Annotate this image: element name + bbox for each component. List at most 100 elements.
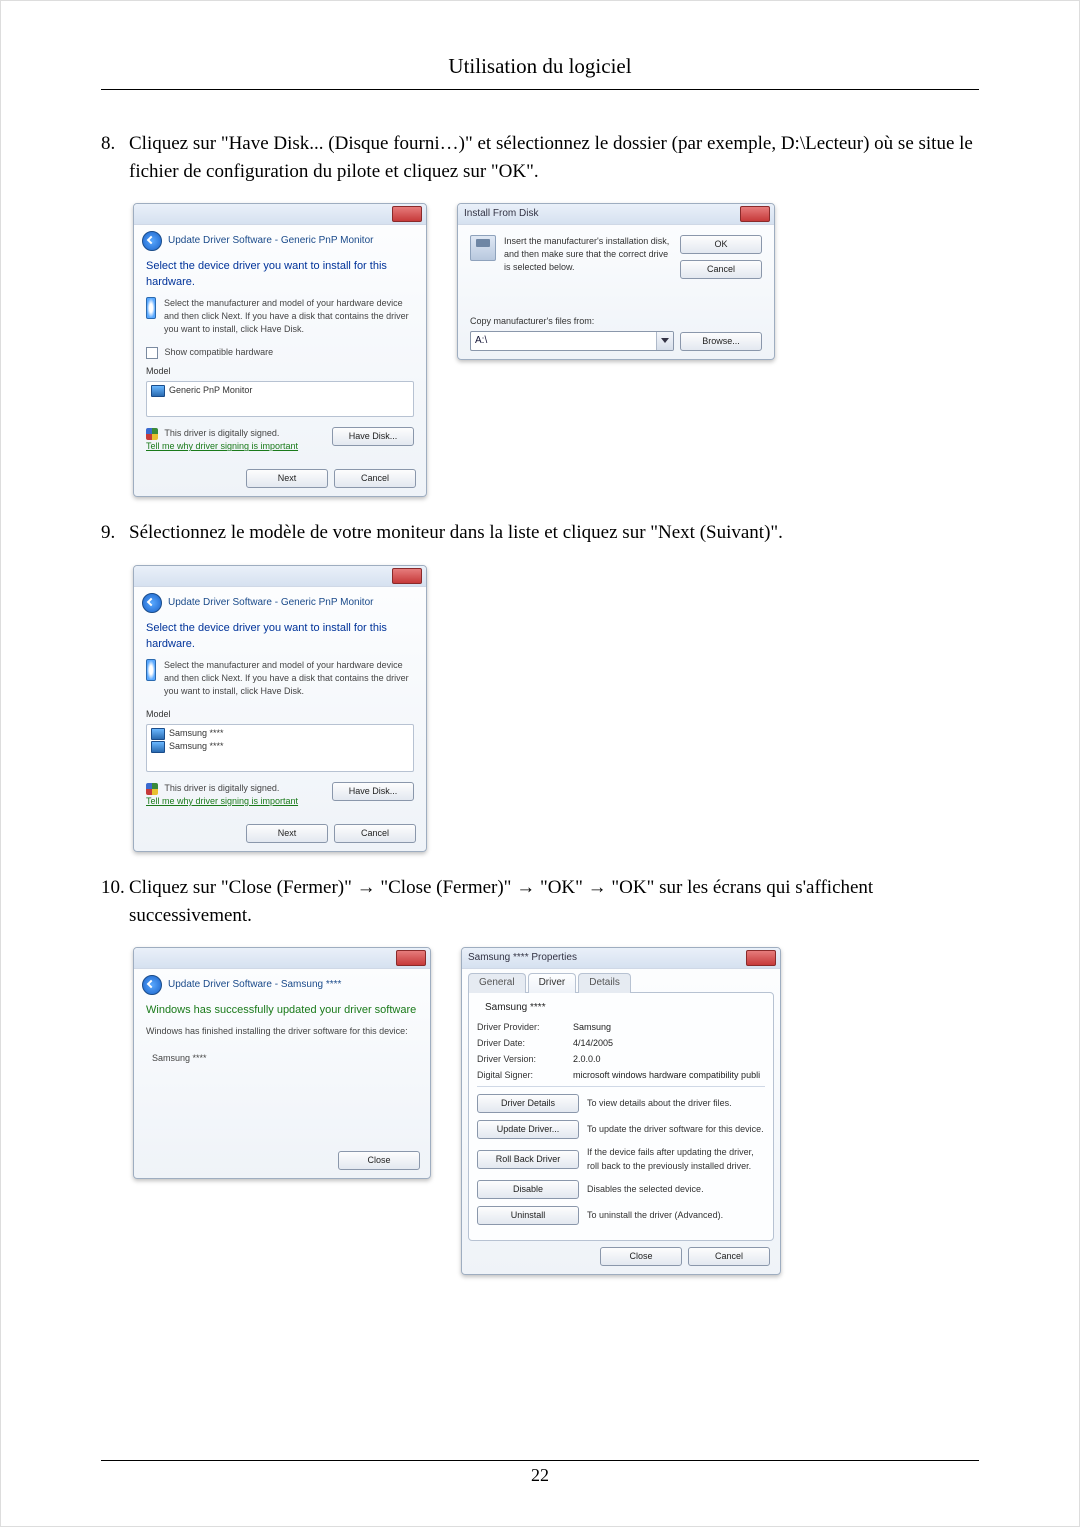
- monitor-icon: [151, 385, 165, 397]
- driver-details-desc: To view details about the driver files.: [587, 1097, 765, 1110]
- tab-driver[interactable]: Driver: [528, 973, 577, 993]
- show-compatible-label: Show compatible hardware: [165, 347, 274, 357]
- step-9-number: 9.: [101, 519, 129, 547]
- titlebar: [134, 566, 426, 587]
- kv-provider-val: Samsung: [573, 1021, 611, 1034]
- success-subtext: Windows has finished installing the driv…: [146, 1025, 418, 1038]
- device-name: Samsung ****: [152, 1053, 207, 1063]
- device-name: Samsung ****: [485, 1001, 546, 1016]
- kv-date-val: 4/14/2005: [573, 1037, 613, 1050]
- step-9: 9. Sélectionnez le modèle de votre monit…: [129, 519, 979, 852]
- signing-info-link[interactable]: Tell me why driver signing is important: [146, 796, 298, 806]
- dialog-heading: Select the device driver you want to ins…: [146, 621, 414, 653]
- browse-button[interactable]: Browse...: [680, 332, 762, 351]
- kv-version-val: 2.0.0.0: [573, 1053, 601, 1066]
- breadcrumb-text: Update Driver Software - Samsung ****: [168, 978, 341, 993]
- page-number: 22: [101, 1460, 979, 1486]
- titlebar: Install From Disk: [458, 204, 774, 225]
- disable-button[interactable]: Disable: [477, 1180, 579, 1199]
- disable-desc: Disables the selected device.: [587, 1183, 765, 1196]
- hint-text: Select the manufacturer and model of you…: [164, 297, 414, 336]
- titlebar: [134, 948, 430, 969]
- signed-text: This driver is digitally signed.: [164, 783, 279, 793]
- model-header: Model: [146, 365, 414, 378]
- kv-signer-val: microsoft windows hardware compatibility…: [573, 1069, 760, 1082]
- dialog-update-success: Update Driver Software - Samsung **** Wi…: [133, 947, 431, 1179]
- titlebar-spacer: [140, 208, 143, 219]
- kv-version-key: Driver Version:: [477, 1053, 573, 1066]
- model-item-2[interactable]: Samsung ****: [151, 740, 409, 753]
- step-8: 8. Cliquez sur "Have Disk... (Disque fou…: [129, 130, 979, 497]
- monitor-icon: [151, 728, 165, 740]
- roll-back-driver-button[interactable]: Roll Back Driver: [477, 1150, 579, 1169]
- tab-details[interactable]: Details: [578, 973, 631, 993]
- update-driver-button[interactable]: Update Driver...: [477, 1120, 579, 1139]
- cancel-button[interactable]: Cancel: [334, 469, 416, 488]
- titlebar: Samsung **** Properties: [462, 948, 780, 969]
- cancel-button[interactable]: Cancel: [680, 260, 762, 279]
- properties-title: Samsung **** Properties: [468, 952, 577, 963]
- breadcrumb-text: Update Driver Software - Generic PnP Mon…: [168, 234, 373, 249]
- kv-date-key: Driver Date:: [477, 1037, 573, 1050]
- close-button[interactable]: Close: [338, 1151, 420, 1170]
- monitor-icon: [151, 741, 165, 753]
- back-icon[interactable]: [142, 231, 162, 251]
- chevron-down-icon[interactable]: [656, 332, 673, 350]
- model-item[interactable]: Generic PnP Monitor: [169, 385, 252, 395]
- next-button[interactable]: Next: [246, 824, 328, 843]
- signing-info-link[interactable]: Tell me why driver signing is important: [146, 441, 298, 451]
- model-list[interactable]: Generic PnP Monitor: [146, 381, 414, 417]
- kv-provider-key: Driver Provider:: [477, 1021, 573, 1034]
- cancel-button[interactable]: Cancel: [334, 824, 416, 843]
- shield-icon: [146, 783, 158, 795]
- dialog-heading: Select the device driver you want to ins…: [146, 259, 414, 291]
- disc-icon: [146, 659, 156, 681]
- step-10-number: 10.: [101, 874, 129, 902]
- hint-text: Select the manufacturer and model of you…: [164, 659, 414, 698]
- driver-details-button[interactable]: Driver Details: [477, 1094, 579, 1113]
- dialog-properties: Samsung **** Properties General Driver D…: [461, 947, 781, 1275]
- disc-icon: [146, 297, 156, 319]
- titlebar-spacer: [140, 952, 143, 963]
- uninstall-button[interactable]: Uninstall: [477, 1206, 579, 1225]
- titlebar: [134, 204, 426, 225]
- close-icon[interactable]: [392, 568, 422, 584]
- step-8-number: 8.: [101, 130, 129, 158]
- have-disk-button[interactable]: Have Disk...: [332, 782, 414, 801]
- close-icon[interactable]: [396, 950, 426, 966]
- tab-panel-driver: Samsung **** Driver Provider:Samsung Dri…: [468, 992, 774, 1241]
- step-8-text: Cliquez sur "Have Disk... (Disque fourni…: [129, 133, 973, 182]
- close-button[interactable]: Close: [600, 1247, 682, 1266]
- close-icon[interactable]: [746, 950, 776, 966]
- step-9-text: Sélectionnez le modèle de votre moniteur…: [129, 522, 783, 543]
- tab-general[interactable]: General: [468, 973, 526, 993]
- show-compatible-checkbox[interactable]: [146, 347, 158, 359]
- back-icon[interactable]: [142, 593, 162, 613]
- step-10: 10. Cliquez sur "Close (Fermer)" → "Clos…: [129, 874, 979, 1275]
- shield-icon: [146, 428, 158, 440]
- copy-from-label: Copy manufacturer's files from:: [470, 315, 762, 328]
- cancel-button[interactable]: Cancel: [688, 1247, 770, 1266]
- close-icon[interactable]: [392, 206, 422, 222]
- drive-combobox[interactable]: A:\: [470, 331, 674, 351]
- back-icon[interactable]: [142, 975, 162, 995]
- signed-text: This driver is digitally signed.: [164, 428, 279, 438]
- step-10-text: Cliquez sur "Close (Fermer)" → "Close (F…: [129, 877, 873, 926]
- page-title: Utilisation du logiciel: [101, 54, 979, 79]
- install-from-disk-instruction: Insert the manufacturer's installation d…: [504, 235, 672, 274]
- model-item-1[interactable]: Samsung ****: [151, 727, 409, 740]
- roll-back-driver-desc: If the device fails after updating the d…: [587, 1146, 765, 1172]
- ok-button[interactable]: OK: [680, 235, 762, 254]
- uninstall-desc: To uninstall the driver (Advanced).: [587, 1209, 765, 1222]
- drive-value: A:\: [471, 332, 656, 350]
- close-icon[interactable]: [740, 206, 770, 222]
- dialog-select-model: Update Driver Software - Generic PnP Mon…: [133, 565, 427, 852]
- dialog-install-from-disk: Install From Disk Insert the manufacture…: [457, 203, 775, 360]
- dialog-heading: Windows has successfully updated your dr…: [146, 1003, 418, 1019]
- next-button[interactable]: Next: [246, 469, 328, 488]
- model-list[interactable]: Samsung **** Samsung ****: [146, 724, 414, 772]
- breadcrumb-text: Update Driver Software - Generic PnP Mon…: [168, 596, 373, 611]
- update-driver-desc: To update the driver software for this d…: [587, 1123, 765, 1136]
- kv-signer-key: Digital Signer:: [477, 1069, 573, 1082]
- have-disk-button[interactable]: Have Disk...: [332, 427, 414, 446]
